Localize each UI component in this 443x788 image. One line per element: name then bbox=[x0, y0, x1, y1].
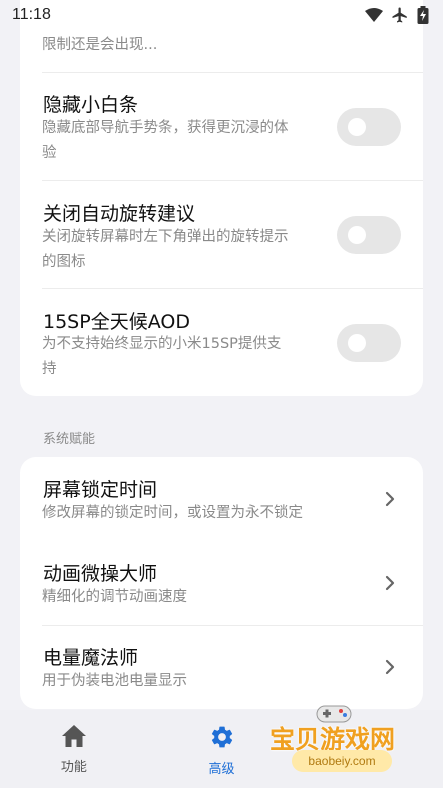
setting-desc-line: 隐藏底部导航手势条，获得更沉浸的体 bbox=[42, 120, 289, 136]
setting-desc-line: 持 bbox=[42, 361, 57, 377]
setting-desc-line: 的图标 bbox=[42, 254, 86, 270]
setting-screen-lock-time[interactable]: 屏幕锁定时间 修改屏幕的锁定时间，或设置为永不锁定 bbox=[20, 457, 423, 541]
nav-label: 高级 bbox=[208, 762, 235, 777]
setting-desc: 精细化的调节动画速度 bbox=[42, 589, 187, 605]
partial-item-desc: 限制还是会出现... bbox=[42, 37, 158, 53]
setting-desc: 用于伪装电池电量显示 bbox=[42, 673, 187, 689]
status-time: 11:18 bbox=[12, 6, 51, 23]
toggle-knob bbox=[348, 118, 366, 136]
hide-gesture-bar-toggle[interactable] bbox=[337, 108, 401, 146]
setting-title: 隐藏小白条 bbox=[43, 94, 139, 116]
airplane-icon bbox=[391, 6, 409, 24]
status-icons bbox=[365, 6, 429, 24]
gear-icon bbox=[211, 726, 232, 748]
home-icon bbox=[61, 725, 86, 747]
watermark-url-pill: baobeiy.com bbox=[292, 750, 392, 772]
setting-title: 动画微操大师 bbox=[43, 563, 158, 585]
aod-toggle[interactable] bbox=[337, 324, 401, 362]
setting-desc: 关闭旋转屏幕时左下角弹出的旋转提示 的图标 bbox=[42, 225, 322, 275]
chevron-right-icon bbox=[385, 491, 395, 507]
setting-title: 15SP全天候AOD bbox=[43, 311, 190, 333]
setting-hide-gesture-bar[interactable]: 隐藏小白条 隐藏底部导航手势条，获得更沉浸的体 验 bbox=[20, 73, 423, 180]
toggle-knob bbox=[348, 334, 366, 352]
chevron-right-icon bbox=[385, 659, 395, 675]
watermark-url: baobeiy.com bbox=[308, 754, 376, 768]
nav-tab-features[interactable]: 功能 bbox=[0, 710, 148, 788]
rotation-suggestion-toggle[interactable] bbox=[337, 216, 401, 254]
setting-desc-line: 为不支持始终显示的小米15SP提供支 bbox=[42, 336, 282, 352]
setting-title: 关闭自动旋转建议 bbox=[43, 203, 196, 225]
setting-desc: 为不支持始终显示的小米15SP提供支 持 bbox=[42, 332, 322, 382]
setting-title: 屏幕锁定时间 bbox=[43, 479, 158, 501]
setting-title: 电量魔法师 bbox=[43, 647, 139, 669]
setting-disable-rotation-suggestion[interactable]: 关闭自动旋转建议 关闭旋转屏幕时左下角弹出的旋转提示 的图标 bbox=[20, 181, 423, 288]
settings-card-system: 屏幕锁定时间 修改屏幕的锁定时间，或设置为永不锁定 动画微操大师 精细化的调节动… bbox=[20, 457, 423, 709]
setting-animation-master[interactable]: 动画微操大师 精细化的调节动画速度 bbox=[20, 541, 423, 625]
setting-desc: 隐藏底部导航手势条，获得更沉浸的体 验 bbox=[42, 116, 322, 166]
setting-desc: 修改屏幕的锁定时间，或设置为永不锁定 bbox=[42, 505, 303, 521]
setting-aod-15sp[interactable]: 15SP全天候AOD 为不支持始终显示的小米15SP提供支 持 bbox=[20, 289, 423, 396]
setting-desc-line: 验 bbox=[42, 145, 57, 161]
settings-card-display: 限制还是会出现... 隐藏小白条 隐藏底部导航手势条，获得更沉浸的体 验 关闭自… bbox=[20, 0, 423, 396]
chevron-right-icon bbox=[385, 575, 395, 591]
wifi-icon bbox=[365, 8, 383, 22]
status-bar: 11:18 bbox=[0, 0, 443, 30]
toggle-knob bbox=[348, 226, 366, 244]
setting-desc-line: 关闭旋转屏幕时左下角弹出的旋转提示 bbox=[42, 229, 289, 245]
section-header-system: 系统赋能 bbox=[43, 432, 96, 447]
battery-charging-icon bbox=[417, 6, 429, 24]
watermark-logo: 宝贝游戏网 baobeiy.com bbox=[262, 700, 412, 782]
nav-label: 功能 bbox=[60, 760, 87, 775]
setting-battery-magician[interactable]: 电量魔法师 用于伪装电池电量显示 bbox=[20, 625, 423, 709]
